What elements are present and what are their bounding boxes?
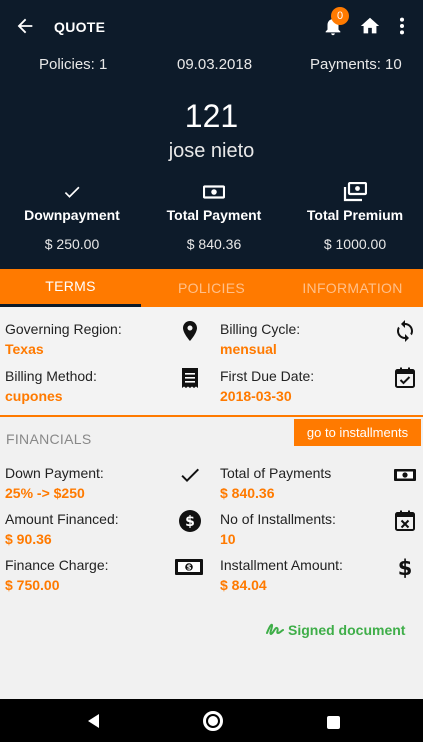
money-icon [203,185,225,199]
client-number: 121 [184,98,239,134]
governing-region-field: Governing Region: Texas [5,321,122,357]
page-title: QUOTE [54,19,106,35]
more-vert-icon[interactable] [397,15,407,37]
dollar-circle-icon: $ [179,510,201,532]
installment-amount-field: Installment Amount: $ 84.04 [220,557,343,593]
billing-method-field: Billing Method: cupones [5,368,97,404]
nav-recents-icon[interactable] [327,716,340,729]
client-name: jose nieto [168,140,255,162]
app-bar: QUOTE 0 [0,0,423,52]
field-label: Amount Financed: [5,511,119,527]
stat-label: Downpayment [24,207,120,223]
nav-back-icon[interactable] [86,713,100,729]
financials-section: FINANCIALS go to installments Down Payme… [0,417,423,699]
signed-document-link[interactable]: Signed document [266,622,405,638]
field-value: 10 [220,531,236,547]
check-icon [181,468,199,482]
map-pin-icon [183,321,197,341]
field-label: Down Payment: [5,465,104,481]
field-value: $ 84.04 [220,577,267,593]
tab-information[interactable]: INFORMATION [282,269,423,307]
svg-text:$: $ [185,514,195,530]
policies-count: Policies: 1 [39,56,108,73]
field-label: Billing Method: [5,368,97,384]
field-value: cupones [5,388,63,404]
field-label: No of Installments: [220,511,336,527]
field-value: $ 750.00 [5,577,60,593]
svg-text:$: $ [187,564,192,572]
field-value: $ 90.36 [5,531,52,547]
go-to-installments-button[interactable]: go to installments [294,419,421,446]
system-nav-bar [0,699,423,742]
receipt-icon [182,368,198,388]
back-arrow-icon[interactable] [14,15,36,37]
money-bill-icon: $ [175,559,203,575]
total-payments-field: Total of Payments $ 840.36 [220,465,331,501]
calendar-x-icon [395,510,415,531]
field-label: Finance Charge: [5,557,109,573]
home-icon[interactable] [358,15,382,37]
section-title: FINANCIALS [6,431,92,447]
field-value: 25% -> $250 [5,485,85,501]
field-label: Governing Region: [5,321,122,337]
calendar-check-icon [395,367,415,388]
signed-document-label: Signed document [288,622,406,638]
sync-icon [397,320,413,342]
stat-value: $ 250.00 [44,236,100,252]
quote-header: QUOTE 0 Policies: 1 09.03.2018 Payments:… [0,0,423,269]
stat-total-premium: Total Premium $ 1000.00 [285,180,423,252]
notification-badge: 0 [331,7,349,25]
signature-icon [266,623,284,636]
field-label: Billing Cycle: [220,321,301,337]
first-due-date-field: First Due Date: 2018-03-30 [220,368,314,404]
stat-value: $ 1000.00 [323,236,387,252]
stat-total-payment: Total Payment $ 840.36 [144,180,284,252]
quote-date: 09.03.2018 [177,56,253,73]
field-value: $ 840.36 [220,485,275,501]
field-value: mensual [220,341,277,357]
field-label: Total of Payments [220,465,332,481]
payments-count: Payments: 10 [310,56,402,73]
stat-label: Total Premium [306,207,404,223]
stat-downpayment: Downpayment $ 250.00 [2,180,142,252]
stat-label: Total Payment [166,207,262,223]
check-icon [64,186,80,198]
money-icon [394,469,416,481]
billing-cycle-field: Billing Cycle: mensual [220,321,300,357]
amount-financed-field: Amount Financed: $ 90.36 [5,511,119,547]
nav-home-icon[interactable] [203,711,223,731]
no-of-installments-field: No of Installments: 10 [220,511,336,547]
tab-terms[interactable]: TERMS [0,269,141,307]
down-payment-field: Down Payment: 25% -> $250 [5,465,104,501]
tab-bar: TERMS POLICIES INFORMATION [0,269,423,307]
dollar-icon: $ [398,556,413,579]
tab-policies[interactable]: POLICIES [141,269,282,307]
field-value: Texas [5,341,44,357]
stat-value: $ 840.36 [186,236,242,252]
field-value: 2018-03-30 [220,388,292,404]
svg-text:$: $ [398,556,413,579]
field-label: First Due Date: [220,368,315,384]
terms-section: Governing Region: Texas Billing Cycle: m… [0,307,423,417]
finance-charge-field: Finance Charge: $ 750.00 [5,557,109,593]
money-stack-icon [343,182,367,202]
field-label: Installment Amount: [220,557,343,573]
